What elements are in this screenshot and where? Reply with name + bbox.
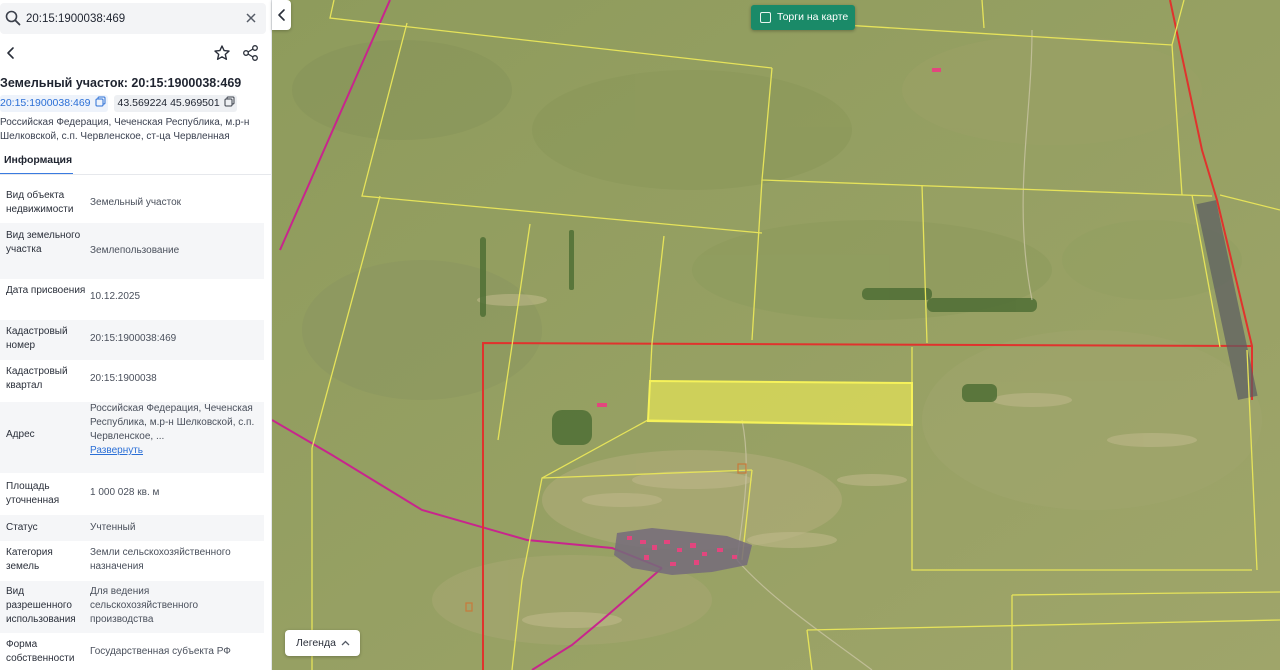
info-value: 1 000 028 кв. м [90,487,160,498]
checkbox-icon[interactable] [760,12,771,23]
info-key: Кадастровый квартал [6,366,68,391]
info-row: Вид земельного участка Землепользование [0,223,264,279]
info-key: Вид разрешенного использования [6,586,76,625]
info-value: 10.12.2025 [90,291,141,302]
info-key: Категория земель [6,547,53,572]
info-row: Кадастровый номер 20:15:1900038:469 [0,320,264,360]
search-input[interactable] [26,3,236,34]
info-key: Площадь уточненная [6,481,60,506]
info-row: Статус Учтенный [0,515,264,541]
info-sidebar: Земельный участок: 20:15:1900038:469 20:… [0,0,272,670]
share-icon[interactable] [242,44,259,62]
info-key: Вид объекта недвижимости [6,190,74,215]
coordinates-chip[interactable]: 43.569224 45.969501 [113,95,237,112]
info-row: Дата присвоения 10.12.2025 [0,279,264,320]
search-icon [5,10,21,26]
page-title: Земельный участок: 20:15:1900038:469 [0,76,242,90]
info-key: Вид земельного участка [6,230,81,255]
info-row: Площадь уточненная 1 000 028 кв. м [0,473,264,515]
tab-divider [0,174,271,175]
info-key: Адрес [6,429,35,440]
chevron-left-icon [278,9,285,21]
cadastral-number-chip[interactable]: 20:15:1900038:469 [0,95,108,112]
auction-toggle-label: Торги на карте [777,11,849,23]
chevron-up-icon [341,640,350,646]
search-bar [0,3,266,34]
cadastral-number-text: 20:15:1900038:469 [0,97,91,109]
info-row: Категория земель Земли сельскохозяйствен… [0,541,264,581]
info-row: Вид объекта недвижимости Земельный участ… [0,183,264,223]
info-value: Для ведения сельскохозяйственного произв… [90,586,199,625]
close-icon[interactable] [244,11,258,25]
info-value: Земли сельскохозяйственного назначения [90,547,231,572]
selected-parcel [646,379,913,427]
auction-toggle-button[interactable]: Торги на карте [751,5,855,30]
address-value-text: Российская Федерация, Чеченская Республи… [90,403,255,442]
parcel-address: Российская Федерация, Чеченская Республи… [0,117,250,142]
info-row: Вид разрешенного использования Для веден… [0,581,264,633]
info-value: Земельный участок [90,197,182,208]
info-key: Статус [6,522,38,533]
satellite-map-layer[interactable] [272,0,1280,670]
copy-icon[interactable] [95,96,106,107]
identifier-chips: 20:15:1900038:469 43.569224 45.969501 [0,95,237,113]
legend-label: Легенда [296,637,336,649]
cadastral-map[interactable] [272,0,1280,670]
coordinates-text: 43.569224 45.969501 [117,97,220,109]
info-row: Адрес Российская Федерация, Чеченская Ре… [0,402,264,473]
info-key: Форма собственности [6,639,75,664]
collapse-panel-button[interactable] [272,0,291,30]
info-value: 20:15:1900038 [90,373,157,384]
info-value: Российская Федерация, Чеченская Республи… [90,402,260,458]
info-row: Кадастровый квартал 20:15:1900038 [0,360,264,402]
star-icon[interactable] [213,44,231,62]
legend-button[interactable]: Легенда [285,630,360,656]
info-value: Землепользование [90,245,180,256]
info-key: Дата присвоения [6,285,86,296]
info-table: Вид объекта недвижимости Земельный участ… [0,183,264,669]
info-value: 20:15:1900038:469 [90,333,177,344]
tab-information[interactable]: Информация [0,148,73,175]
info-value: Учтенный [90,522,136,533]
chevron-left-icon[interactable] [3,44,19,62]
info-value: Государственная субъекта РФ [90,646,231,657]
info-key: Кадастровый номер [6,326,68,351]
copy-icon[interactable] [224,96,235,107]
card-toolbar [0,40,271,66]
expand-link[interactable]: Развернуть [90,445,143,456]
info-row: Форма собственности Государственная субъ… [0,633,264,669]
